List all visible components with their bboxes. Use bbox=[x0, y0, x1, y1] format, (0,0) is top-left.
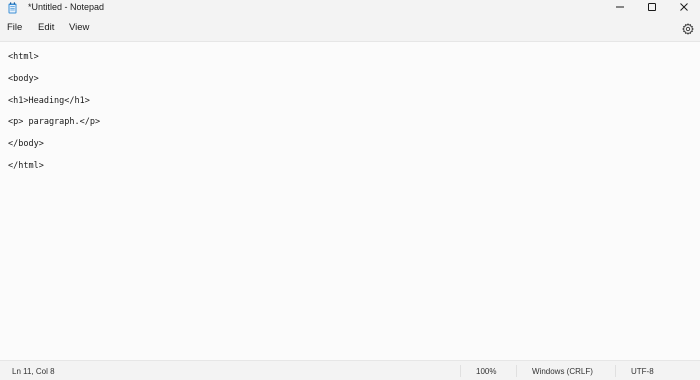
close-button[interactable] bbox=[668, 0, 700, 14]
menu-file[interactable]: File bbox=[7, 22, 22, 34]
editor-line: <p> paragraph.</p> bbox=[8, 117, 101, 128]
menu-view[interactable]: View bbox=[69, 22, 89, 34]
menu-bar: File Edit View bbox=[0, 16, 700, 42]
editor-line: <h1>Heading</h1> bbox=[8, 95, 90, 106]
line-ending[interactable]: Windows (CRLF) bbox=[532, 367, 593, 377]
encoding[interactable]: UTF-8 bbox=[631, 367, 654, 377]
window-title: *Untitled - Notepad bbox=[28, 2, 105, 12]
zoom-level[interactable]: 100% bbox=[476, 367, 496, 377]
notepad-icon bbox=[8, 1, 17, 14]
status-bar: Ln 11, Col 8 100% Windows (CRLF) UTF-8 bbox=[0, 360, 700, 380]
status-divider bbox=[516, 365, 517, 377]
close-icon bbox=[680, 3, 688, 11]
status-divider bbox=[460, 365, 461, 377]
editor-line bbox=[8, 84, 100, 96]
window-controls bbox=[604, 0, 700, 16]
editor-line: </body> bbox=[8, 139, 44, 150]
maximize-button[interactable] bbox=[636, 0, 668, 14]
editor-line bbox=[8, 62, 100, 74]
minimize-icon bbox=[616, 6, 624, 8]
editor-line: <body> bbox=[8, 73, 39, 84]
maximize-icon bbox=[648, 3, 656, 11]
cursor-position: Ln 11, Col 8 bbox=[12, 367, 55, 376]
editor-line bbox=[8, 127, 100, 139]
settings-button[interactable] bbox=[682, 22, 694, 35]
editor-content: <html> <body> <h1>Heading</h1> <p> parag… bbox=[8, 52, 100, 171]
editor-line bbox=[8, 106, 100, 118]
status-divider bbox=[615, 365, 616, 377]
menu-edit[interactable]: Edit bbox=[38, 22, 54, 34]
text-editor[interactable]: <html> <body> <h1>Heading</h1> <p> parag… bbox=[0, 42, 700, 360]
title-bar[interactable]: *Untitled - Notepad bbox=[0, 0, 700, 16]
editor-line: </html> bbox=[8, 160, 44, 171]
editor-line bbox=[8, 149, 100, 161]
gear-icon bbox=[682, 23, 694, 35]
minimize-button[interactable] bbox=[604, 0, 636, 14]
editor-line: <html> bbox=[8, 52, 39, 62]
notepad-window: *Untitled - Notepad File Edit View <html… bbox=[0, 0, 700, 380]
